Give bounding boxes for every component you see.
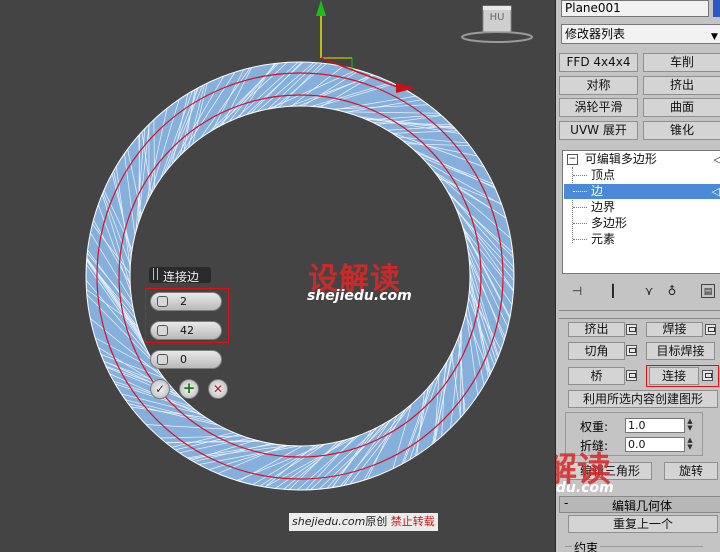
object-name-field[interactable]: Plane001 xyxy=(561,0,709,17)
bridge-settings-icon[interactable] xyxy=(626,370,637,381)
stack-item-label: 多边形 xyxy=(591,216,628,230)
collapse-minus-icon[interactable]: - xyxy=(564,496,568,510)
slide-value: 0 xyxy=(180,353,187,366)
divider xyxy=(559,318,720,319)
remove-modifier-icon[interactable]: ♁ xyxy=(665,284,679,298)
slide-icon xyxy=(157,354,168,365)
collapse-minus-icon[interactable]: − xyxy=(567,154,578,165)
modifier-extrude-button[interactable]: 挤出 xyxy=(643,76,720,95)
edit-geometry-title: 编辑几何体 xyxy=(612,499,673,513)
configure-sets-icon[interactable]: ▤ xyxy=(701,284,715,298)
mesh-render xyxy=(83,0,533,493)
stack-item-label: 边界 xyxy=(591,200,616,214)
modifier-list-label: 修改器列表 xyxy=(565,27,626,41)
pinch-value: 42 xyxy=(180,324,194,337)
extrude-settings-icon[interactable] xyxy=(626,324,637,335)
constraints-label: 约束 xyxy=(572,539,601,552)
footer-site: shejiedu.com xyxy=(292,515,366,528)
watermark-url-secondary: shejiedu.com xyxy=(555,480,614,496)
grip-icon[interactable] xyxy=(153,268,158,280)
apply-plus-icon[interactable]: + xyxy=(179,379,199,399)
chevron-down-icon: ▼ xyxy=(711,32,718,42)
stack-item-edge[interactable]: 边 ◁ xyxy=(564,184,720,199)
pin-stack-icon[interactable]: ⊣ xyxy=(570,284,584,298)
modifier-surface-button[interactable]: 曲面 xyxy=(643,98,720,117)
segments-field[interactable]: 2 xyxy=(150,292,222,311)
segments-icon xyxy=(157,296,168,307)
stack-item-label: 顶点 xyxy=(591,168,616,182)
show-end-result-icon[interactable]: ┃ xyxy=(606,284,620,298)
modifier-symmetry-button[interactable]: 对称 xyxy=(559,76,638,95)
create-shape-button[interactable]: 利用所选内容创建图形 xyxy=(568,390,718,408)
modifier-turbosmooth-button[interactable]: 涡轮平滑 xyxy=(559,98,638,117)
pinch-field[interactable]: 42 xyxy=(150,321,222,340)
cancel-x-icon[interactable]: ✕ xyxy=(208,379,228,399)
divider xyxy=(559,310,720,311)
weight-input[interactable]: 1.0 xyxy=(625,418,685,433)
modifier-lathe-button[interactable]: 车削 xyxy=(643,53,720,72)
connect-settings-icon[interactable] xyxy=(702,370,713,381)
connect-button[interactable]: 连接 xyxy=(649,367,699,385)
stack-item-label: 元素 xyxy=(591,232,616,246)
stack-item-vertex[interactable]: 顶点 xyxy=(573,168,720,183)
caddy-title-bar[interactable]: 连接边 xyxy=(149,267,211,284)
stack-item-border[interactable]: 边界 xyxy=(573,200,720,215)
footer-original: 原创 xyxy=(365,515,388,528)
extrude-button[interactable]: 挤出 xyxy=(568,322,625,337)
repeat-last-button[interactable]: 重复上一个 xyxy=(568,515,718,533)
modifier-taper-button[interactable]: 锥化 xyxy=(643,121,720,140)
weld-button[interactable]: 焊接 xyxy=(646,322,703,337)
weight-spinner-icon[interactable]: ▲ ▼ xyxy=(685,418,695,433)
triangle-left-icon: ◁ xyxy=(711,185,720,198)
make-unique-icon[interactable]: ⋎ xyxy=(642,284,656,298)
stack-item-element[interactable]: 元素 xyxy=(573,232,720,247)
footer-watermark: shejiedu.com原创 禁止转载 xyxy=(289,513,438,531)
edit-geometry-rollout-header[interactable]: - 编辑几何体 xyxy=(559,496,720,513)
modifier-ffd-button[interactable]: FFD 4x4x4 xyxy=(559,53,638,72)
turn-button[interactable]: 旋转 xyxy=(664,462,718,480)
stack-item-label: 边 xyxy=(591,184,604,198)
chamfer-settings-icon[interactable] xyxy=(626,345,637,356)
command-panel: Plane001 修改器列表 ▼ FFD 4x4x4 车削 对称 挤出 涡轮平滑… xyxy=(555,0,720,552)
chamfer-button[interactable]: 切角 xyxy=(568,342,625,360)
stack-root-label: 可编辑多边形 xyxy=(584,152,657,166)
modifier-list-dropdown[interactable]: 修改器列表 ▼ xyxy=(561,24,720,44)
crease-input[interactable]: 0.0 xyxy=(625,437,685,452)
crease-spinner-icon[interactable]: ▲ ▼ xyxy=(685,437,695,452)
stack-item-polygon[interactable]: 多边形 xyxy=(573,216,720,231)
bridge-button[interactable]: 桥 xyxy=(568,367,625,385)
watermark-url: shejiedu.com xyxy=(307,288,412,304)
weight-label: 权重: xyxy=(580,420,609,434)
pinch-icon xyxy=(157,325,168,336)
triangle-left-icon: ◁ xyxy=(714,152,720,167)
viewcube-label: HU xyxy=(489,12,505,23)
slide-field[interactable]: 0 xyxy=(150,350,222,369)
weld-settings-icon[interactable] xyxy=(705,324,716,335)
modifier-uvw-unwrap-button[interactable]: UVW 展开 xyxy=(559,121,638,140)
ok-check-icon[interactable]: ✓ xyxy=(150,379,170,399)
modifier-stack[interactable]: − 可编辑多边形 ◁ 顶点 边 ◁ 边界 多边形 元素 xyxy=(562,150,720,274)
perspective-viewport[interactable]: HU 连接边 2 42 0 ✓ + ✕ 设解读 shejiedu.com she… xyxy=(0,0,555,552)
target-weld-button[interactable]: 目标焊接 xyxy=(646,342,715,360)
segments-value: 2 xyxy=(180,295,187,308)
object-color-swatch[interactable] xyxy=(713,0,720,17)
footer-forbid: 禁止转载 xyxy=(390,515,435,528)
stack-root-editable-poly[interactable]: − 可编辑多边形 ◁ xyxy=(567,152,720,167)
caddy-title: 连接边 xyxy=(163,270,200,284)
